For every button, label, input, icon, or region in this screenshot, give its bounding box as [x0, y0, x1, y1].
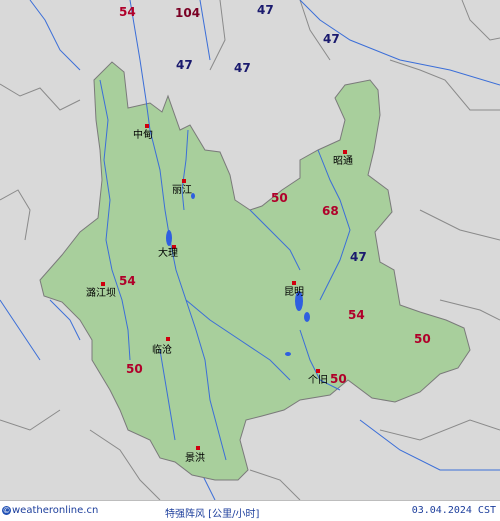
wind-value: 54 — [119, 5, 136, 19]
small-lake — [285, 352, 291, 356]
wind-value: 54 — [348, 308, 365, 322]
fuxian-lake — [304, 312, 310, 322]
city-label: 昆明 — [284, 286, 304, 298]
wind-value: 50 — [330, 372, 347, 386]
city-label: 临沧 — [152, 343, 172, 356]
erhai-lake — [166, 230, 172, 246]
copyright-icon: © — [2, 506, 11, 515]
city-label: 大理 — [158, 246, 178, 259]
city-marker-icon — [343, 150, 347, 154]
city-marker-icon — [166, 337, 170, 341]
wind-value: 50 — [414, 332, 431, 346]
city-label: 中甸 — [133, 128, 153, 141]
city-label: 潞江坝 — [86, 286, 116, 299]
city-marker-icon — [101, 282, 105, 286]
map-view: 中甸 丽江 昭通 大理 潞江坝 昆明 临沧 个旧 景洪 54 104 47 47… — [0, 0, 500, 500]
city-marker-icon — [145, 124, 149, 128]
city-label: 昭通 — [333, 155, 353, 167]
map-date: 03.04.2024 CST — [411, 505, 496, 516]
wind-value: 68 — [322, 204, 339, 218]
source-link[interactable]: weatheronline.cn — [12, 505, 98, 516]
wind-value: 50 — [271, 191, 288, 205]
city-label: 个旧 — [308, 374, 328, 386]
wind-value: 47 — [350, 250, 367, 264]
wind-value: 47 — [257, 3, 274, 17]
map-title: 特强阵风 [公里/小时] — [165, 509, 260, 520]
wind-value: 54 — [119, 274, 136, 288]
wind-value: 47 — [176, 58, 193, 72]
city-label: 丽江 — [172, 184, 192, 196]
wind-value: 50 — [126, 362, 143, 376]
source-credit[interactable]: © weatheronline.cn — [2, 505, 98, 516]
city-label: 景洪 — [185, 452, 205, 464]
map-canvas: 中甸 丽江 昭通 大理 潞江坝 昆明 临沧 个旧 景洪 54 104 47 47… — [0, 0, 500, 500]
city-dali[interactable]: 大理 — [158, 245, 178, 259]
city-marker-icon — [196, 446, 200, 450]
wind-value: 47 — [323, 32, 340, 46]
wind-value: 104 — [175, 6, 200, 20]
city-marker-icon — [316, 369, 320, 373]
wind-value: 47 — [234, 61, 251, 75]
city-marker-icon — [182, 179, 186, 183]
city-marker-icon — [292, 281, 296, 285]
footer-bar: © weatheronline.cn 特强阵风 [公里/小时] 03.04.202… — [0, 500, 500, 521]
